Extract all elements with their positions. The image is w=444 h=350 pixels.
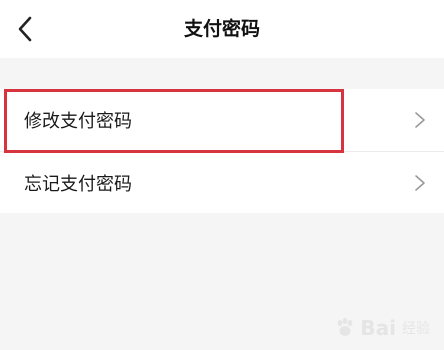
menu-item-forgot-password[interactable]: 忘记支付密码 [0, 151, 444, 213]
page-title: 支付密码 [183, 18, 260, 40]
watermark-suffix: 经验 [402, 321, 430, 337]
chevron-left-icon [18, 16, 32, 42]
menu-item-change-password[interactable]: 修改支付密码 [0, 89, 444, 151]
menu-item-label: 修改支付密码 [24, 111, 132, 132]
settings-menu: 修改支付密码 忘记支付密码 [0, 89, 444, 213]
chevron-right-icon [415, 174, 425, 191]
nav-bar: 支付密码 [0, 0, 444, 58]
menu-item-label: 忘记支付密码 [24, 173, 132, 195]
watermark: Bai 经验 [334, 316, 430, 340]
payment-password-screen: 支付密码 修改支付密码 忘记支付密码 Bai 经验 [0, 0, 444, 350]
watermark-brand: Bai [360, 316, 396, 340]
back-button[interactable] [10, 12, 40, 46]
chevron-right-icon [415, 112, 425, 128]
paw-icon [337, 318, 353, 336]
